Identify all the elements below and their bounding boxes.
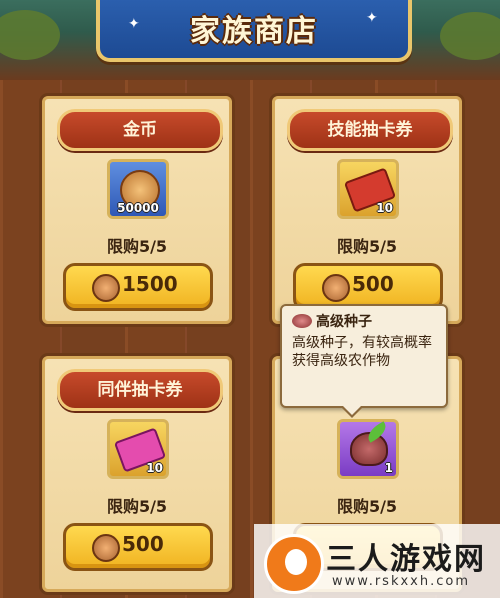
item-slot[interactable]: 10 [107, 419, 169, 479]
site-logo-icon [264, 534, 324, 594]
price: 1500 [122, 272, 178, 296]
purchase-limit: 限购5/5 [336, 237, 398, 256]
item-name-banner: 同伴抽卡券 [57, 369, 223, 411]
buy-button[interactable]: 500 [63, 523, 213, 571]
tooltip-title: 高级种子 [316, 314, 372, 330]
item-count: 10 [146, 461, 163, 475]
item-name-banner: 技能抽卡券 [287, 109, 453, 151]
tooltip-arrow-inner [342, 405, 362, 415]
item-slot[interactable]: 1 [337, 419, 399, 479]
family-token-icon [322, 274, 350, 302]
item-slot[interactable]: 50000 [107, 159, 169, 219]
item-count: 50000 [117, 201, 159, 215]
purchase-limit: 限购5/5 [336, 497, 398, 516]
title-banner: ✦ ✦ 家族商店 [96, 0, 412, 62]
item-name-banner: 金币 [57, 109, 223, 151]
purchase-limit: 限购5/5 [106, 497, 168, 516]
item-slot[interactable]: 10 [337, 159, 399, 219]
shop-item-card: 技能抽卡券 10 限购5/5 500 [272, 96, 462, 324]
shop-item-card: 金币 50000 限购5/5 1500 [42, 96, 232, 324]
page-title: 家族商店 [190, 14, 318, 49]
watermark-url: www.rskxxh.com [332, 574, 471, 589]
buy-button[interactable]: 1500 [63, 263, 213, 311]
item-tooltip: 高级种子 高级种子，有较高概率获得高级农作物 [280, 304, 448, 418]
item-count: 1 [384, 461, 393, 475]
price: 500 [122, 532, 164, 556]
item-count: 10 [376, 201, 393, 215]
family-token-icon [92, 274, 120, 302]
tooltip-description: 高级种子，有较高概率获得高级农作物 [292, 335, 432, 369]
price: 500 [352, 272, 394, 296]
item-name: 同伴抽卡券 [97, 380, 183, 400]
family-token-icon [92, 534, 120, 562]
shop-item-card: 同伴抽卡券 10 限购5/5 500 [42, 356, 232, 592]
seed-icon [292, 314, 312, 328]
item-name: 技能抽卡券 [327, 120, 413, 140]
watermark: 三人游戏网 www.rskxxh.com [254, 524, 500, 598]
watermark-title: 三人游戏网 [326, 542, 486, 577]
item-name: 金币 [123, 120, 157, 140]
purchase-limit: 限购5/5 [106, 237, 168, 256]
